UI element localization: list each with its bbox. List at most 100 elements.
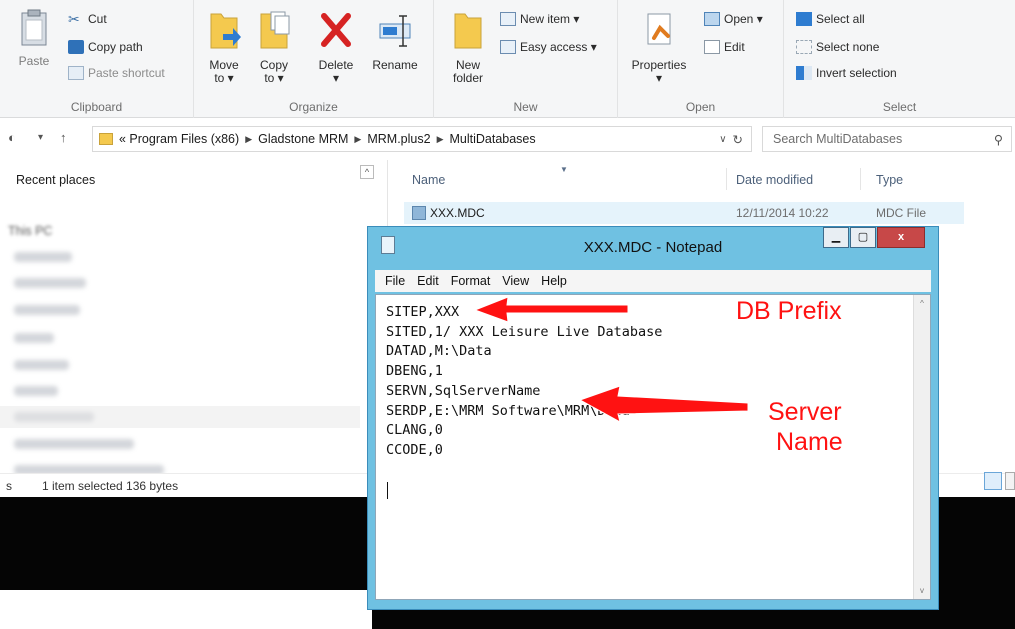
clipboard-group-label: Clipboard: [70, 100, 123, 114]
notepad-window: XXX.MDC - Notepad ▁ ▢ x File Edit Format…: [367, 226, 939, 610]
move-to-button[interactable]: Move to ▾: [204, 8, 244, 85]
invert-selection-label: Invert selection: [816, 66, 897, 80]
copy-path-button[interactable]: Copy path: [68, 40, 143, 54]
delete-x-icon: [321, 13, 351, 47]
cut-button[interactable]: ✂ Cut: [68, 12, 107, 26]
menu-format[interactable]: Format: [451, 274, 491, 288]
nav-item-blurred[interactable]: [14, 305, 80, 315]
breadcrumb-gladstone[interactable]: Gladstone MRM: [258, 132, 348, 146]
nav-recent-places[interactable]: Recent places: [16, 173, 95, 187]
easy-access-button[interactable]: Easy access ▾: [500, 40, 597, 54]
organize-group: Move to ▾ Copy to ▾ Delete ▾ Rename Organ…: [194, 0, 434, 118]
open-button[interactable]: Open ▾: [704, 12, 763, 26]
new-group-label: New: [513, 100, 538, 114]
back-button[interactable]: ◐: [8, 130, 16, 145]
clipboard-icon: [21, 9, 47, 46]
breadcrumb-multidatabases[interactable]: MultiDatabases: [449, 132, 535, 146]
file-type-cell: MDC File: [876, 206, 926, 220]
notepad-title-bar[interactable]: XXX.MDC - Notepad ▁ ▢ x: [368, 227, 938, 267]
nav-item-blurred[interactable]: [14, 386, 58, 396]
invert-selection-icon: [796, 66, 812, 80]
ribbon: Paste ✂ Cut Copy path Paste shortcut Cli…: [0, 0, 1015, 118]
new-group: New folder New item ▾ Easy access ▾ New: [434, 0, 618, 118]
menu-view[interactable]: View: [502, 274, 529, 288]
details-view-icon[interactable]: [984, 472, 1002, 490]
status-selection: 1 item selected 136 bytes: [42, 479, 179, 493]
properties-label: Properties ▾: [631, 58, 687, 85]
select-group-label: Select: [882, 100, 917, 114]
nav-item-blurred[interactable]: [14, 439, 134, 449]
close-icon[interactable]: x: [877, 227, 925, 248]
refresh-icon[interactable]: ↻: [733, 132, 743, 147]
edit-label: Edit: [724, 40, 745, 54]
vertical-scrollbar[interactable]: ^ v: [913, 295, 930, 599]
clipboard-group: Paste ✂ Cut Copy path Paste shortcut Cli…: [0, 0, 194, 118]
text-caret: [387, 482, 388, 499]
file-name-cell[interactable]: XXX.MDC: [412, 206, 485, 220]
copy-path-icon: [68, 40, 84, 54]
column-divider: [860, 168, 861, 190]
paste-button[interactable]: Paste: [14, 8, 54, 68]
breadcrumb-separator-icon: ▶: [245, 133, 253, 144]
maximize-icon[interactable]: ▢: [850, 227, 876, 248]
address-dropdown-icon[interactable]: ∨: [719, 134, 726, 145]
breadcrumb-mrm-plus2[interactable]: MRM.plus2: [367, 132, 430, 146]
select-none-button[interactable]: Select none: [796, 40, 879, 54]
breadcrumb-separator-icon: ▶: [436, 133, 444, 144]
menu-help[interactable]: Help: [541, 274, 567, 288]
copy-to-label: Copy to ▾: [259, 58, 288, 85]
select-group: Select all Select none Invert selection …: [784, 0, 1015, 118]
properties-button[interactable]: Properties ▾: [624, 8, 694, 85]
nav-item-blurred[interactable]: [14, 278, 86, 288]
address-bar[interactable]: « Program Files (x86) ▶ Gladstone MRM ▶ …: [92, 126, 752, 152]
invert-selection-button[interactable]: Invert selection: [796, 66, 897, 80]
nav-item-blurred[interactable]: [14, 360, 69, 370]
minimize-icon[interactable]: ▁: [823, 227, 849, 248]
column-header-date[interactable]: Date modified: [736, 173, 813, 187]
nav-scroll-up-button[interactable]: ^: [360, 165, 374, 179]
nav-item-blurred[interactable]: [14, 333, 54, 343]
nav-item-blurred[interactable]: [14, 252, 72, 262]
notepad-text-area[interactable]: SITEP,XXX SITED,1/ XXX Leisure Live Data…: [375, 294, 931, 600]
delete-button[interactable]: Delete ▾: [312, 8, 360, 85]
new-item-icon: [500, 12, 516, 26]
move-to-label: Move to ▾: [209, 58, 239, 85]
paste-shortcut-button[interactable]: Paste shortcut: [68, 66, 165, 80]
scroll-up-arrow-icon[interactable]: ^: [914, 295, 930, 312]
column-header-name[interactable]: Name: [412, 173, 445, 187]
status-item-count: s: [6, 479, 12, 493]
rename-button[interactable]: Rename: [370, 8, 420, 72]
rename-icon: [379, 15, 411, 47]
properties-icon: [647, 13, 671, 45]
edit-button[interactable]: Edit: [704, 40, 745, 54]
paste-shortcut-label: Paste shortcut: [88, 66, 165, 80]
server-annotation-line1: Server: [768, 398, 842, 426]
new-folder-button[interactable]: New folder: [446, 8, 490, 85]
organize-group-label: Organize: [289, 100, 338, 114]
view-toggle-group: [984, 472, 1015, 494]
scissors-icon: ✂: [68, 11, 80, 27]
menu-file[interactable]: File: [385, 274, 405, 288]
breadcrumb-program-files[interactable]: « Program Files (x86): [119, 132, 239, 146]
nav-this-pc[interactable]: This PC: [8, 224, 52, 238]
open-group: Properties ▾ Open ▾ Edit Open: [618, 0, 784, 118]
select-none-icon: [796, 40, 812, 54]
new-item-label: New item ▾: [520, 12, 580, 26]
copy-to-button[interactable]: Copy to ▾: [254, 8, 294, 85]
scroll-down-arrow-icon[interactable]: v: [914, 582, 930, 599]
search-box[interactable]: Search MultiDatabases ⚲: [762, 126, 1012, 152]
up-arrow-icon[interactable]: ↑: [60, 130, 67, 145]
navigation-pane: Recent places This PC: [0, 160, 388, 480]
new-folder-label: New folder: [452, 58, 484, 85]
recent-locations-chevron-icon[interactable]: ▾: [38, 132, 43, 143]
menu-edit[interactable]: Edit: [417, 274, 439, 288]
breadcrumb-separator-icon: ▶: [354, 133, 362, 144]
new-item-button[interactable]: New item ▾: [500, 12, 579, 26]
column-header-type[interactable]: Type: [876, 173, 903, 187]
search-icon: ⚲: [993, 132, 1003, 147]
large-icons-view-icon[interactable]: [1005, 472, 1015, 490]
folder-icon: [99, 133, 113, 145]
new-folder-icon: [454, 13, 482, 49]
notepad-content: SITEP,XXX SITED,1/ XXX Leisure Live Data…: [386, 304, 663, 458]
select-all-button[interactable]: Select all: [796, 12, 865, 26]
